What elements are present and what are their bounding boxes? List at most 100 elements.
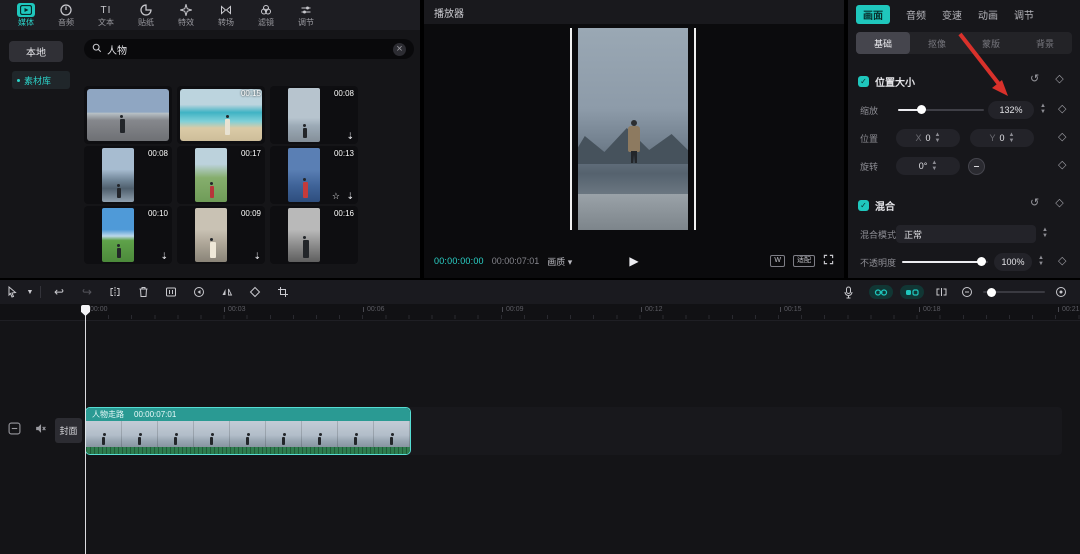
rotation-knob[interactable] <box>968 158 985 175</box>
zoom-out-icon[interactable] <box>958 286 976 298</box>
subtab-background[interactable]: 背景 <box>1018 32 1072 54</box>
reset-icon[interactable]: ↺ <box>1030 72 1039 85</box>
media-item[interactable] <box>84 86 172 144</box>
download-icon[interactable]: ⇣ <box>160 252 168 261</box>
zoom-fit-icon[interactable] <box>1052 286 1070 298</box>
search-input[interactable]: 人物 × <box>84 39 414 59</box>
track-options-icon[interactable] <box>8 422 21 440</box>
checkbox-checked-icon[interactable]: ✓ <box>858 200 869 211</box>
video-thumbnail <box>102 148 134 202</box>
audio-icon <box>57 3 75 17</box>
opacity-stepper[interactable]: ▲▼ <box>1036 255 1046 267</box>
tab-speed[interactable]: 变速 <box>942 7 962 22</box>
video-thumbnail <box>195 208 227 262</box>
playhead-line[interactable] <box>85 306 86 554</box>
clip-name: 人物走路 <box>92 409 124 420</box>
subtab-mask[interactable]: 蒙版 <box>964 32 1018 54</box>
split-icon[interactable] <box>101 286 129 298</box>
cover-button[interactable]: 封面 <box>55 418 82 443</box>
tab-media[interactable]: 媒体 <box>6 3 46 27</box>
scale-stepper[interactable]: ▲▼ <box>1038 103 1048 115</box>
blend-stepper[interactable]: ▲▼ <box>1040 227 1050 239</box>
main-track-magnet-toggle[interactable] <box>869 285 893 299</box>
timeline-zoom-slider[interactable] <box>983 291 1045 293</box>
resource-tabs: 媒体 音频 TI 文本 贴纸 特效 转场 滤镜 调节 <box>0 0 420 30</box>
tab-adjustment[interactable]: 调节 <box>1014 7 1034 22</box>
scale-slider[interactable] <box>898 109 984 111</box>
tab-picture[interactable]: 画面 <box>856 5 890 24</box>
keyframe-diamond-icon[interactable]: ◇ <box>1058 103 1066 116</box>
keyframe-diamond-icon[interactable]: ◇ <box>1058 131 1066 144</box>
cursor-dropdown-icon[interactable]: ▼ <box>24 289 36 296</box>
reset-icon[interactable]: ↺ <box>1030 196 1039 209</box>
sidebar-item-local[interactable]: 本地 <box>9 41 63 62</box>
position-x-field[interactable]: X 0 ▲▼ <box>896 129 960 147</box>
tab-adjust[interactable]: 调节 <box>286 3 326 27</box>
tab-sticker[interactable]: 贴纸 <box>126 3 166 27</box>
rotate-icon[interactable] <box>241 286 269 298</box>
tab-animation[interactable]: 动画 <box>978 7 998 22</box>
watermark-icon[interactable]: W <box>770 255 785 267</box>
delete-icon[interactable] <box>129 286 157 298</box>
media-item[interactable]: 00:16 <box>270 206 358 264</box>
timeline-panel: ▼ ↩ ↪ 00:00 00:03 00:06 00:09 00:12 00:1… <box>0 280 1080 554</box>
record-mic-icon[interactable] <box>834 286 862 299</box>
section-blend: ✓ 混合 <box>858 198 895 213</box>
opacity-slider[interactable] <box>902 261 988 263</box>
media-item[interactable]: 00:09 ⇣ <box>177 206 265 264</box>
media-item[interactable]: 00:17 <box>177 146 265 204</box>
fullscreen-icon[interactable] <box>823 252 834 270</box>
play-button[interactable]: ▶ <box>629 254 638 268</box>
sidebar-item-material-library[interactable]: 素材库 <box>12 71 70 89</box>
tab-transition[interactable]: 转场 <box>206 3 246 27</box>
media-item[interactable]: 00:08 ⇣ <box>270 86 358 144</box>
video-thumbnail <box>102 208 134 262</box>
fit-ratio-button[interactable]: 适配 <box>793 255 815 267</box>
freeze-frame-icon[interactable] <box>157 286 185 298</box>
linkage-icon[interactable] <box>931 287 951 297</box>
blend-mode-dropdown[interactable]: 正常 <box>896 225 1036 243</box>
keyframe-diamond-icon[interactable]: ◇ <box>1055 72 1063 85</box>
tab-effects[interactable]: 特效 <box>166 3 206 27</box>
subtab-basic[interactable]: 基础 <box>856 32 910 54</box>
clear-search-icon[interactable]: × <box>393 43 406 56</box>
walking-person <box>626 120 642 164</box>
redo-icon[interactable]: ↪ <box>73 285 101 299</box>
checkbox-checked-icon[interactable]: ✓ <box>858 76 869 87</box>
subtab-cutout[interactable]: 抠像 <box>910 32 964 54</box>
video-preview[interactable] <box>570 28 696 230</box>
download-icon[interactable]: ⇣ <box>253 252 261 261</box>
crop-icon[interactable] <box>269 286 297 298</box>
preview-image <box>578 28 688 230</box>
reverse-icon[interactable] <box>185 286 213 298</box>
media-item[interactable]: 00:13 ☆ ⇣ <box>270 146 358 204</box>
keyframe-diamond-icon[interactable]: ◇ <box>1058 255 1066 268</box>
keyframe-diamond-icon[interactable]: ◇ <box>1058 159 1066 172</box>
download-icon[interactable]: ⇣ <box>346 192 354 201</box>
tab-audio[interactable]: 音频 <box>46 3 86 27</box>
media-item[interactable]: 00:08 <box>84 146 172 204</box>
select-cursor-icon[interactable] <box>0 286 24 298</box>
video-clip[interactable]: 人物走路 00:00:07:01 <box>85 407 411 455</box>
duration-badge: 00:13 <box>334 149 354 158</box>
duration-badge: 00:15 <box>241 89 261 98</box>
tab-filter[interactable]: 滤镜 <box>246 3 286 27</box>
rotate-row: 旋转 0° ▲▼ ◇ <box>848 156 1080 176</box>
undo-icon[interactable]: ↩ <box>45 285 73 299</box>
auto-snap-toggle[interactable] <box>900 285 924 299</box>
download-icon[interactable]: ⇣ <box>346 132 354 141</box>
scale-value-field[interactable]: 132% <box>988 101 1034 119</box>
rotate-value-field[interactable]: 0° ▲▼ <box>896 157 960 175</box>
tab-audio-settings[interactable]: 音频 <box>906 7 926 22</box>
mirror-icon[interactable] <box>213 286 241 298</box>
keyframe-diamond-icon[interactable]: ◇ <box>1055 196 1063 209</box>
mute-track-icon[interactable] <box>34 422 47 440</box>
favorite-star-icon[interactable]: ☆ <box>332 192 340 201</box>
media-item[interactable]: 00:10 ⇣ <box>84 206 172 264</box>
timeline-ruler[interactable]: 00:00 00:03 00:06 00:09 00:12 00:15 00:1… <box>0 304 1080 321</box>
quality-dropdown[interactable]: 画质 ▾ <box>547 255 572 268</box>
position-y-field[interactable]: Y 0 ▲▼ <box>970 129 1034 147</box>
opacity-value-field[interactable]: 100% <box>994 253 1032 271</box>
media-item[interactable]: 00:15 <box>177 86 265 144</box>
tab-text[interactable]: TI 文本 <box>86 3 126 27</box>
